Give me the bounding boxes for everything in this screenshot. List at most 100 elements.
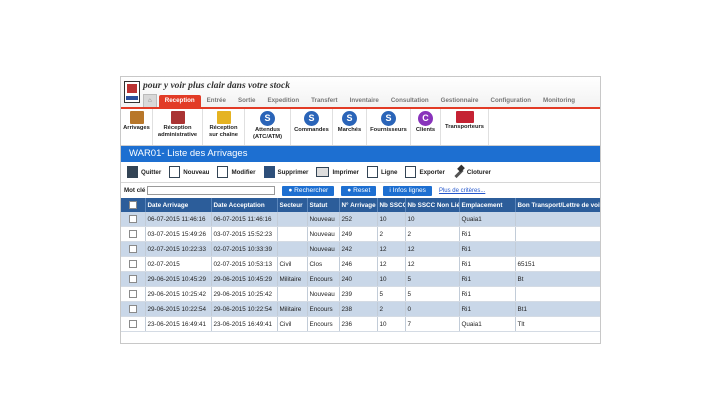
app-logo xyxy=(124,81,140,103)
tab-reception[interactable]: Reception xyxy=(158,95,201,107)
table-cell: 12 xyxy=(405,241,460,257)
s-icon: S xyxy=(342,111,357,126)
table-cell: 239 xyxy=(339,286,378,302)
table-row[interactable]: 29-06-2015 10:25:42 29-06-2015 10:25:42 No… xyxy=(121,286,600,302)
main-tabs: ⌂ Reception Entrée Sortie Expedition Tra… xyxy=(143,94,581,107)
table-row[interactable]: 02-07-2015 10:22:33 02-07-2015 10:33:39 No… xyxy=(121,241,600,257)
table-cell: 2 xyxy=(377,301,406,317)
new-document-icon xyxy=(169,166,181,178)
tab-inventaire[interactable]: Inventaire xyxy=(344,95,385,107)
tab-consultation[interactable]: Consultation xyxy=(385,95,435,107)
toolbar-commandes[interactable]: S Commandes xyxy=(291,109,333,145)
row-checkbox[interactable] xyxy=(128,215,137,223)
table-row[interactable]: 02-07-2015 02-07-2015 10:53:13 Civil Clos 24… xyxy=(121,256,600,272)
col-header[interactable]: Bon Transport/Lettre de voiture xyxy=(515,198,600,212)
toolbar-reception-administrative[interactable]: Réception administrative xyxy=(153,109,203,145)
table-cell: 03-07-2015 15:49:26 xyxy=(145,226,212,242)
table-cell: Civil xyxy=(277,316,308,332)
home-tab[interactable]: ⌂ xyxy=(143,94,157,107)
print-button[interactable]: Imprimer xyxy=(316,167,359,177)
table-cell: Tlt xyxy=(515,316,600,332)
row-checkbox[interactable] xyxy=(128,230,137,238)
module-toolbar: Arrivages Réception administrative Récep… xyxy=(121,107,600,146)
table-header-row: Date Arrivage Date Acceptation Secteur S… xyxy=(121,198,600,212)
table-cell: 10 xyxy=(377,271,406,287)
tab-sortie[interactable]: Sortie xyxy=(232,95,262,107)
tab-monitoring[interactable]: Monitoring xyxy=(537,95,581,107)
table-cell: Ri1 xyxy=(459,226,516,242)
new-button[interactable]: Nouveau xyxy=(169,166,209,178)
row-checkbox[interactable] xyxy=(128,275,137,283)
col-header[interactable]: Secteur xyxy=(277,198,308,212)
tab-gestionnaire[interactable]: Gestionnaire xyxy=(435,95,485,107)
table-cell: 236 xyxy=(339,316,378,332)
table-row[interactable]: 03-07-2015 15:49:26 03-07-2015 15:52:23 No… xyxy=(121,226,600,242)
table-cell: Nouveau xyxy=(307,241,340,257)
col-header[interactable]: Nb SSCC Non Lié xyxy=(405,198,460,212)
close-button[interactable]: Cloturer xyxy=(452,166,491,178)
col-header[interactable]: N° Arrivage xyxy=(339,198,378,212)
row-checkbox[interactable] xyxy=(128,290,137,298)
line-button[interactable]: Ligne xyxy=(366,166,397,178)
toolbar-marches[interactable]: S Marchés xyxy=(333,109,367,145)
table-cell: Ri1 xyxy=(459,301,516,317)
table-cell: 5 xyxy=(405,271,460,287)
row-checkbox[interactable] xyxy=(128,260,137,268)
tab-expedition[interactable]: Expedition xyxy=(261,95,305,107)
info-lines-button[interactable]: i Infos lignes xyxy=(383,185,432,196)
table-cell: 29-06-2015 10:25:42 xyxy=(145,286,212,302)
col-header[interactable]: Date Arrivage xyxy=(145,198,212,212)
search-button[interactable]: ● Rechercher xyxy=(282,185,335,196)
arrivals-table: Date Arrivage Date Acceptation Secteur S… xyxy=(121,198,600,332)
row-select-cell xyxy=(121,212,146,227)
table-cell: Bt xyxy=(515,271,600,287)
tab-transfert[interactable]: Transfert xyxy=(305,95,343,107)
table-cell: 242 xyxy=(339,241,378,257)
select-all-header[interactable] xyxy=(121,198,146,212)
tab-configuration[interactable]: Configuration xyxy=(484,95,537,107)
row-select-cell xyxy=(121,256,146,272)
toolbar-attendus[interactable]: S Attendus (ATC/ATM) xyxy=(245,109,291,145)
col-header[interactable]: Statut xyxy=(307,198,340,212)
keyword-input[interactable] xyxy=(147,186,276,195)
more-criteria-link[interactable]: Plus de critères... xyxy=(439,188,485,194)
table-cell: 29-06-2015 10:45:29 xyxy=(145,271,212,287)
toolbar-clients[interactable]: C Clients xyxy=(411,109,441,145)
edit-button[interactable]: Modifier xyxy=(217,166,256,178)
table-row[interactable]: 29-06-2015 10:22:54 29-06-2015 10:22:54 Mi… xyxy=(121,301,600,317)
row-checkbox[interactable] xyxy=(128,320,137,328)
delete-button[interactable]: Supprimer xyxy=(263,166,308,178)
row-select-cell xyxy=(121,316,146,332)
box-icon xyxy=(216,111,231,124)
table-cell: Civil xyxy=(277,256,308,272)
table-cell: Militaire xyxy=(277,271,308,287)
table-cell: 238 xyxy=(339,301,378,317)
table-cell: 12 xyxy=(405,256,460,272)
table-cell xyxy=(515,212,600,227)
c-icon: C xyxy=(418,111,433,126)
export-button[interactable]: Exporter xyxy=(405,166,445,178)
toolbar-arrivages[interactable]: Arrivages xyxy=(121,109,153,145)
quit-button[interactable]: Quitter xyxy=(127,166,161,178)
gavel-icon xyxy=(452,166,464,178)
toolbar-transporteurs[interactable]: Transporteurs xyxy=(441,109,489,145)
col-header[interactable]: Emplacement xyxy=(459,198,516,212)
reset-button[interactable]: ● Reset xyxy=(341,185,377,196)
s-icon: S xyxy=(381,111,396,126)
select-all-checkbox[interactable] xyxy=(128,201,137,209)
table-cell xyxy=(515,286,600,302)
tab-entree[interactable]: Entrée xyxy=(201,95,232,107)
table-cell: Nouveau xyxy=(307,226,340,242)
col-header[interactable]: Nb SSCC xyxy=(377,198,406,212)
toolbar-fournisseurs[interactable]: S Fournisseurs xyxy=(367,109,411,145)
table-cell: 2 xyxy=(377,226,406,242)
row-checkbox[interactable] xyxy=(128,245,137,253)
toolbar-reception-sur-chaine[interactable]: Réception sur chaîne xyxy=(203,109,245,145)
row-checkbox[interactable] xyxy=(128,305,137,313)
table-row[interactable]: 06-07-2015 11:46:16 06-07-2015 11:46:16 No… xyxy=(121,212,600,227)
s-icon: S xyxy=(304,111,319,126)
table-row[interactable]: 23-06-2015 16:49:41 23-06-2015 16:49:41 Ci… xyxy=(121,316,600,332)
table-row[interactable]: 29-06-2015 10:45:29 29-06-2015 10:45:29 Mi… xyxy=(121,271,600,287)
col-header[interactable]: Date Acceptation xyxy=(211,198,278,212)
table-cell: 23-06-2015 16:49:41 xyxy=(145,316,212,332)
